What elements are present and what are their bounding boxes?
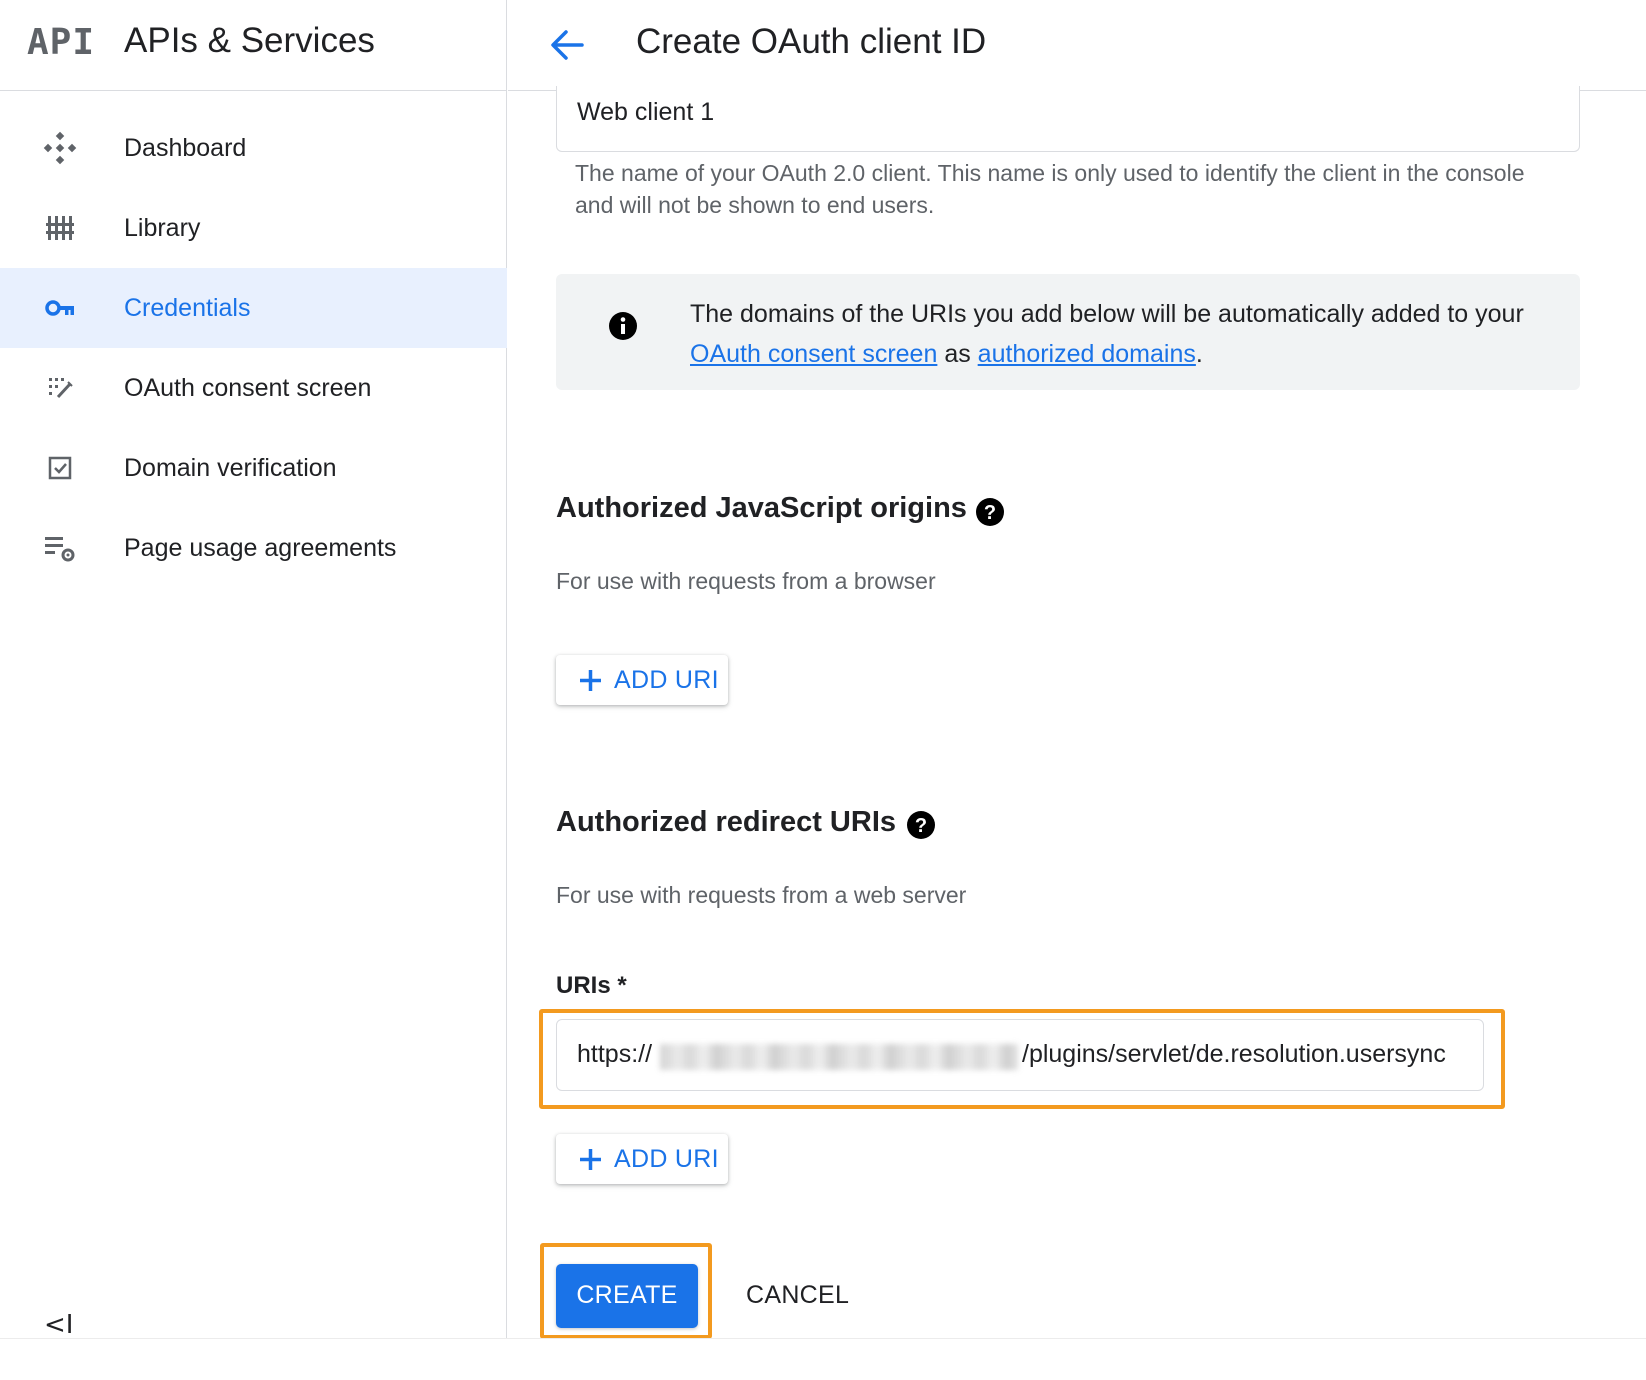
info-text-part: .: [1195, 340, 1203, 368]
arrow-back-icon[interactable]: [544, 22, 590, 68]
create-button[interactable]: CREATE: [556, 1264, 698, 1328]
info-text-part: as: [937, 340, 978, 368]
sidebar-title: APIs & Services: [124, 21, 375, 60]
sidebar-item-label: Credentials: [124, 293, 251, 322]
plus-icon: [578, 1147, 603, 1172]
settings-list-icon: [42, 530, 78, 566]
info-icon: [608, 311, 638, 341]
client-name-helper: The name of your OAuth 2.0 client. This …: [575, 160, 1525, 218]
sidebar-item-label: Page usage agreements: [124, 533, 397, 562]
sidebar-nav: Dashboard Library Credentials OAuth cons…: [0, 108, 507, 588]
uri-prefix: https://: [577, 1040, 653, 1068]
redirect-uris-title: Authorized redirect URIs: [556, 806, 896, 838]
page-title: Create OAuth client ID: [636, 22, 987, 61]
cancel-label: CANCEL: [746, 1281, 850, 1309]
uris-label: URIs *: [556, 972, 627, 999]
redirect-uris-subtitle: For use with requests from a web server: [556, 882, 967, 908]
client-name-field[interactable]: [556, 86, 1580, 152]
add-uri-label: ADD URI: [614, 1145, 719, 1173]
plus-icon: [578, 668, 603, 693]
info-text-part: The domains of the URIs you add below wi…: [690, 300, 1524, 328]
uri-suffix: /plugins/servlet/de.resolution.usersync: [1022, 1040, 1446, 1068]
svg-text:?: ?: [984, 502, 996, 524]
bottom-edge: [0, 1338, 1646, 1380]
help-icon[interactable]: ?: [906, 810, 936, 840]
checkbox-icon: [42, 450, 78, 486]
js-origins-title: Authorized JavaScript origins: [556, 492, 967, 524]
sidebar-item-library[interactable]: Library: [0, 188, 507, 268]
add-uri-label: ADD URI: [614, 666, 719, 694]
create-label: CREATE: [576, 1281, 678, 1309]
info-text: The domains of the URIs you add below wi…: [690, 294, 1550, 374]
library-icon: [42, 210, 78, 246]
consent-icon: [42, 370, 78, 406]
sidebar-item-label: Dashboard: [124, 133, 247, 162]
sidebar-header: API APIs & Services: [0, 0, 507, 91]
add-redirect-uri-button[interactable]: ADD URI: [556, 1134, 728, 1184]
client-name-input[interactable]: [577, 98, 1557, 127]
sidebar-item-label: Library: [124, 213, 201, 242]
sidebar-item-label: Domain verification: [124, 453, 337, 482]
main-header: Create OAuth client ID: [508, 0, 1646, 91]
sidebar: API APIs & Services Dashboard Library Cr…: [0, 0, 507, 1340]
cancel-button[interactable]: CANCEL: [734, 1264, 874, 1328]
svg-text:?: ?: [915, 815, 927, 837]
sidebar-item-label: OAuth consent screen: [124, 373, 372, 402]
sidebar-item-oauth-consent[interactable]: OAuth consent screen: [0, 348, 507, 428]
api-logo: API: [27, 22, 96, 63]
collapse-sidebar-button[interactable]: <I: [44, 1310, 73, 1340]
js-origins-subtitle: For use with requests from a browser: [556, 568, 936, 594]
help-icon[interactable]: ?: [975, 497, 1005, 527]
info-banner: The domains of the URIs you add below wi…: [556, 274, 1580, 390]
sidebar-item-credentials[interactable]: Credentials: [0, 268, 507, 348]
sidebar-item-dashboard[interactable]: Dashboard: [0, 108, 507, 188]
authorized-domains-link[interactable]: authorized domains: [978, 340, 1196, 368]
sidebar-item-domain-verification[interactable]: Domain verification: [0, 428, 507, 508]
oauth-consent-link[interactable]: OAuth consent screen: [690, 340, 937, 368]
add-js-origin-uri-button[interactable]: ADD URI: [556, 655, 728, 705]
redirect-uri-input[interactable]: https:// /plugins/servlet/de.resolution.…: [556, 1019, 1484, 1091]
dashboard-icon: [42, 130, 78, 166]
redacted-host: [660, 1044, 1018, 1070]
key-icon: [42, 290, 78, 326]
sidebar-item-page-usage[interactable]: Page usage agreements: [0, 508, 507, 588]
